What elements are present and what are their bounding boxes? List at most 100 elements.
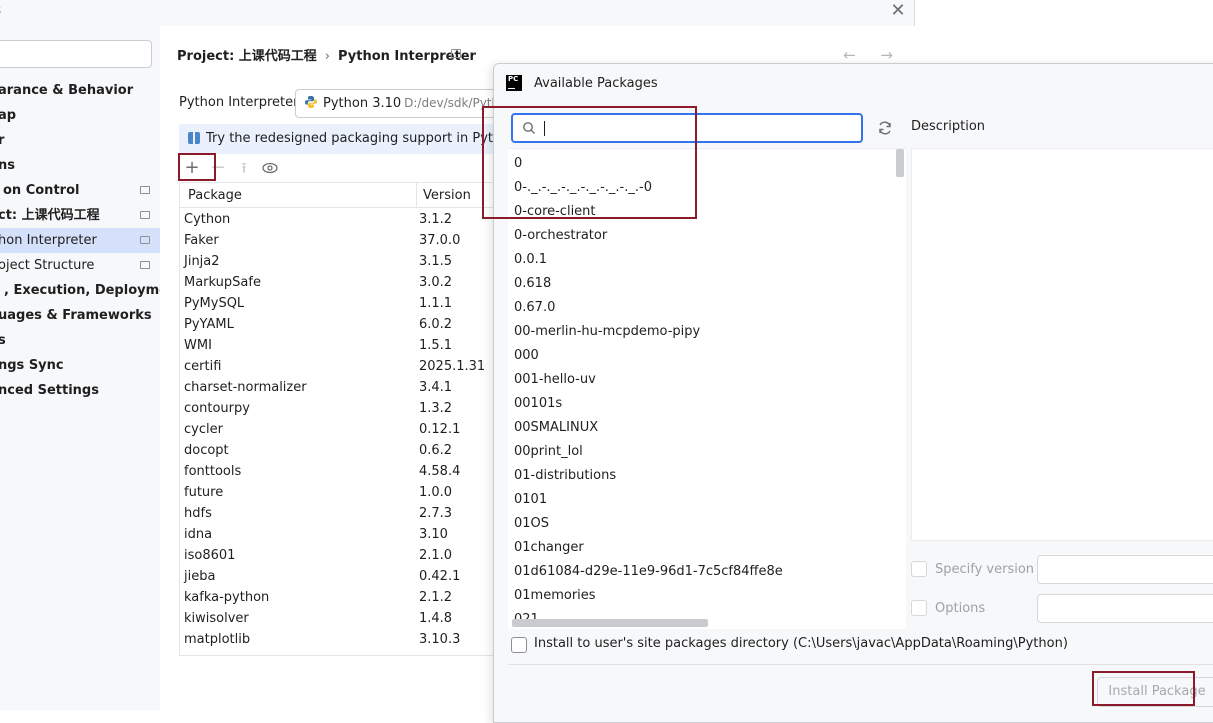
project-scope-icon [140,211,150,219]
list-item[interactable]: 0101 [514,488,547,512]
upgrade-package-icon[interactable]: ⭱ [231,155,257,181]
package-version: 3.1.5 [419,254,453,269]
list-item[interactable]: 0-._.-._.-._.-._.-._.-._.-0 [514,176,652,200]
package-version: 2.7.3 [419,506,453,521]
column-header-package[interactable]: Package [188,188,242,203]
sidebar-item[interactable]: hon Interpreter [0,228,160,253]
dialog-divider [508,664,1213,665]
package-version: 4.58.4 [419,464,461,479]
list-item[interactable]: 0 [514,152,522,176]
sidebar-item-label: uages & Frameworks [0,308,152,323]
sidebar-item-label: on Control [3,183,80,198]
list-item[interactable]: 01-distributions [514,464,616,488]
list-item[interactable]: 0.67.0 [514,296,555,320]
close-icon[interactable]: ✕ [889,1,907,21]
package-name: iso8601 [184,548,236,563]
version-select[interactable] [1037,555,1213,584]
package-version: 1.5.1 [419,338,453,353]
sidebar-item-label: hon Interpreter [0,233,97,248]
user-site-checkbox[interactable] [511,637,527,653]
settings-title-bar: ngs ✕ [0,0,915,26]
list-item[interactable]: 01memories [514,584,596,608]
sidebar-item[interactable]: arance & Behavior [0,78,160,103]
list-item[interactable]: 01OS [514,512,549,536]
list-item[interactable]: 0.0.1 [514,248,547,272]
search-icon [523,122,535,134]
interpreter-name: Python 3.10 [323,96,402,111]
sidebar-item-label: s [0,333,6,348]
package-name: jieba [184,569,216,584]
add-package-icon[interactable]: + [179,155,205,181]
breadcrumb: Project: 上课代码工程 › Python Interpreter [177,45,476,64]
package-version: 0.6.2 [419,443,453,458]
sidebar-item[interactable]: ct: 上课代码工程 [0,203,160,228]
sidebar-item-label: , Execution, Deployment [4,283,160,298]
package-name: hdfs [184,506,212,521]
package-name: PyMySQL [184,296,245,311]
package-version: 2.1.0 [419,548,453,563]
list-item[interactable]: 0-core-client [514,200,596,224]
package-version: 3.4.1 [419,380,453,395]
package-version: 1.3.2 [419,401,453,416]
project-scope-icon [140,261,150,269]
specify-version-checkbox[interactable] [911,561,927,577]
available-packages-list[interactable]: 0 0-._.-._.-._.-._.-._.-._.-0 0-core-clien… [508,148,906,629]
options-checkbox[interactable] [911,600,927,616]
package-version: 3.10.3 [419,632,461,647]
package-name: future [184,485,224,500]
sidebar-item[interactable]: r [0,128,160,153]
package-search-input[interactable] [547,117,857,139]
list-item[interactable]: 01d61084-d29e-11e9-96d1-7c5cf84ffe8e [514,560,783,584]
list-vertical-scrollbar[interactable] [896,149,904,177]
list-item[interactable]: 000 [514,344,539,368]
python-logo-icon [305,96,317,108]
dialog-title-bar: PC Available Packages [494,64,1213,104]
sidebar-item[interactable]: oject Structure [0,253,160,278]
list-item[interactable]: 0-orchestrator [514,224,607,248]
package-version: 2.1.2 [419,590,453,605]
remove-package-icon[interactable]: − [205,155,231,181]
install-package-button[interactable]: Install Package [1097,677,1213,707]
package-version: 6.0.2 [419,317,453,332]
list-item[interactable]: 00print_lol [514,440,583,464]
sidebar-item[interactable]: on Control [0,178,160,203]
list-item[interactable]: 00-merlin-hu-mcpdemo-pipy [514,320,700,344]
show-latest-icon[interactable] [257,155,283,181]
sidebar-item[interactable]: , Execution, Deployment [0,278,160,303]
sidebar-item[interactable]: ns [0,153,160,178]
options-field[interactable] [1037,594,1213,623]
sidebar-item-label: ap [0,108,17,123]
sidebar-item[interactable]: s [0,328,160,353]
sidebar-item[interactable]: nced Settings [0,378,160,403]
package-version: 37.0.0 [419,233,461,248]
sidebar-item[interactable]: uages & Frameworks [0,303,160,328]
column-header-version[interactable]: Version [423,188,471,203]
package-version: 1.0.0 [419,485,453,500]
breadcrumb-project[interactable]: Project: 上课代码工程 [177,49,317,64]
nav-arrows[interactable]: ← → [843,46,903,64]
package-name: WMI [184,338,212,353]
package-name: fonttools [184,464,242,479]
package-name: charset-normalizer [184,380,307,395]
list-item[interactable]: 00101s [514,392,562,416]
user-site-label[interactable]: Install to user's site packages director… [534,636,1068,651]
sidebar-item-label: r [0,133,5,148]
package-name: cycler [184,422,223,437]
list-item[interactable]: 0.618 [514,272,551,296]
list-item[interactable]: 01changer [514,536,584,560]
list-item[interactable]: 00SMALINUX [514,416,598,440]
sidebar-item[interactable]: ap [0,103,160,128]
package-name: matplotlib [184,632,251,647]
breadcrumb-separator: › [324,49,330,64]
package-version: 3.0.2 [419,275,453,290]
package-name: docopt [184,443,229,458]
refresh-icon[interactable] [876,119,894,137]
list-horizontal-scrollbar[interactable] [512,619,708,627]
sidebar-item-label: nced Settings [0,383,99,398]
settings-sidebar: arance & Behavior ap r ns on Control ct: 上课代码… [0,26,160,710]
package-name: kafka-python [184,590,270,605]
package-search-field[interactable] [511,113,863,143]
sidebar-search-input[interactable] [0,40,152,68]
list-item[interactable]: 001-hello-uv [514,368,596,392]
sidebar-item[interactable]: ngs Sync [0,353,160,378]
